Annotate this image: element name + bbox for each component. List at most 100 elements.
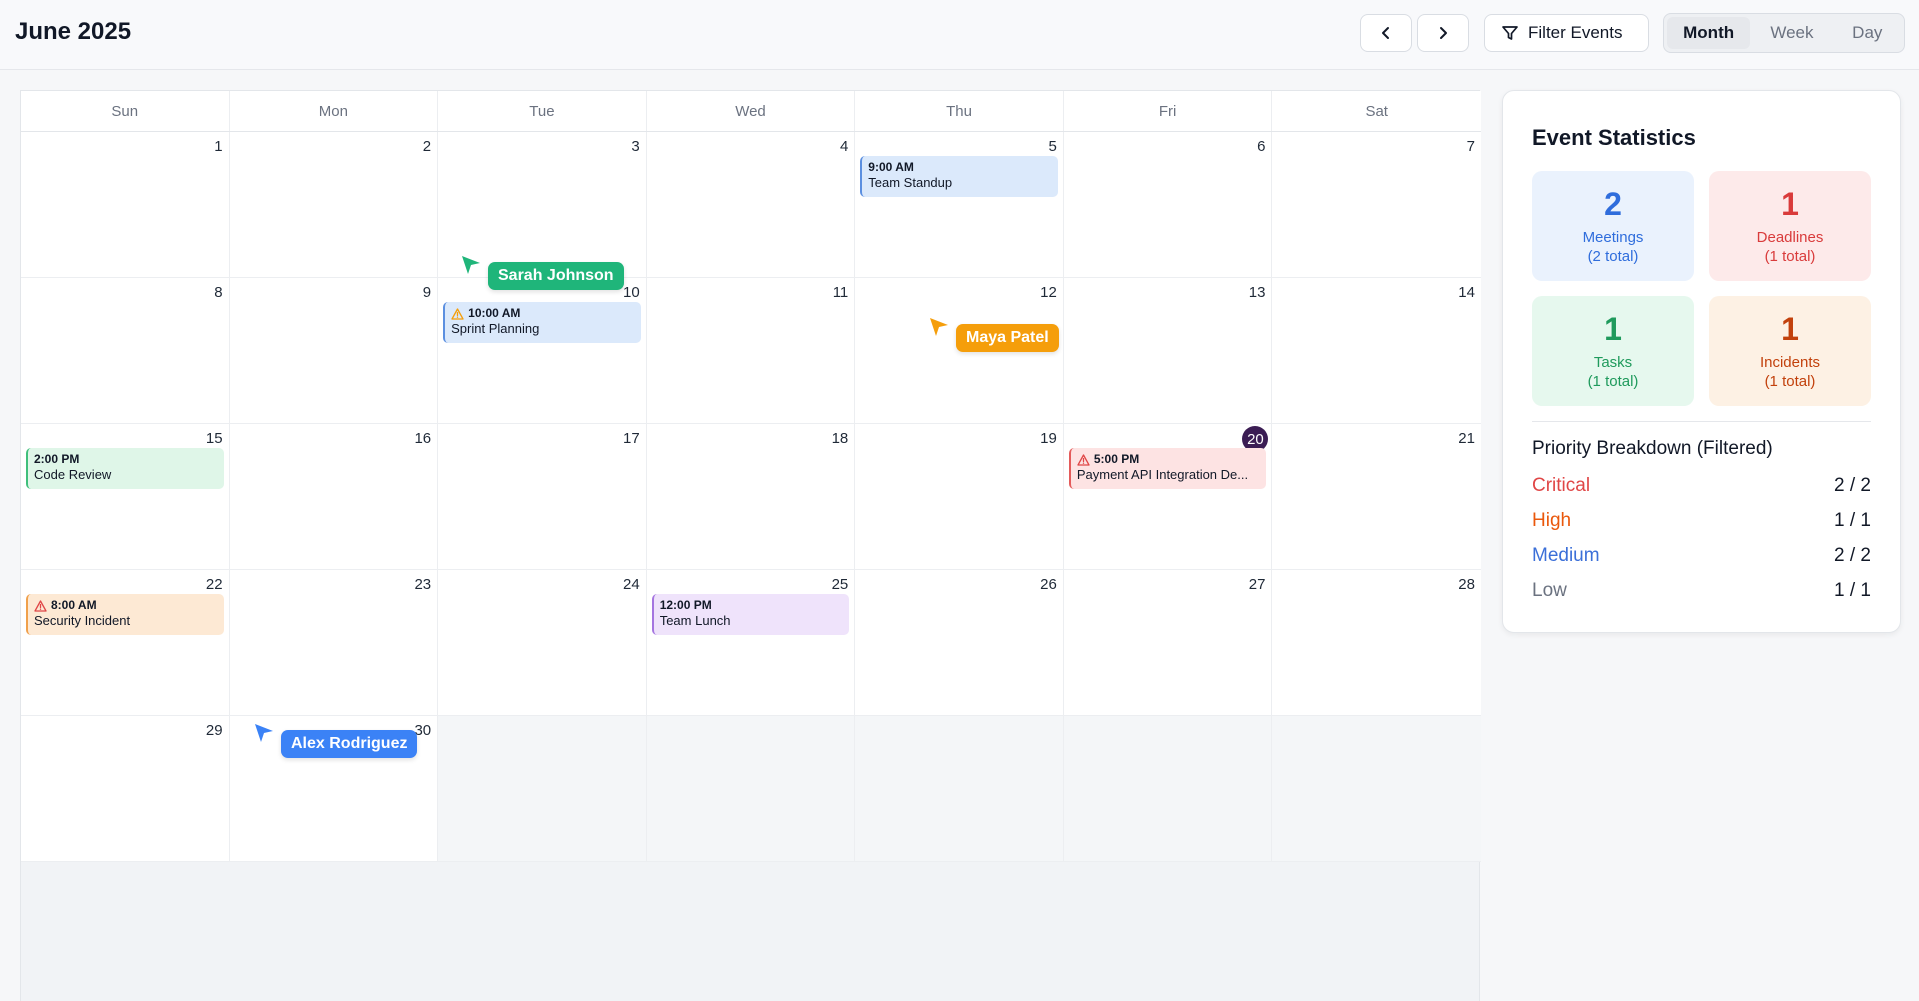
stat-count: 1 <box>1604 311 1622 347</box>
day-number: 8 <box>214 284 223 301</box>
event-time-text: 8:00 AM <box>51 598 97 612</box>
day-cell[interactable]: 15 2:00 PM Code Review <box>21 424 230 570</box>
empty-day-cell <box>1272 716 1481 862</box>
weekday-label: Tue <box>438 91 647 131</box>
event-social[interactable]: 12:00 PM Team Lunch <box>651 594 850 635</box>
day-cell[interactable]: 14 <box>1272 278 1481 424</box>
view-month-button[interactable]: Month <box>1667 17 1751 49</box>
day-cell[interactable]: 18 <box>646 424 856 570</box>
day-cell[interactable]: 22 8:00 AM Security Incident <box>21 570 230 716</box>
event-time-text: 9:00 AM <box>868 160 914 174</box>
day-cell[interactable]: 4 <box>646 132 856 278</box>
view-toggle: Month Week Day <box>1663 13 1905 53</box>
priority-label: Medium <box>1532 545 1600 566</box>
event-time: 5:00 PM <box>1077 452 1261 467</box>
filter-events-button[interactable]: Filter Events <box>1484 14 1649 52</box>
event-meeting[interactable]: 10:00 AM Sprint Planning <box>443 302 641 343</box>
day-cell[interactable]: 13 <box>1063 278 1273 424</box>
day-cell[interactable]: 2 <box>229 132 439 278</box>
day-cell[interactable]: 5 9:00 AM Team Standup <box>855 132 1064 278</box>
calendar-grid: 1 2 3 4 5 9:00 AM Team Standup 6 7 8 9 10 10:00 AM Sp… <box>21 132 1481 862</box>
day-cell[interactable]: 7 <box>1272 132 1481 278</box>
day-cell[interactable]: 11 <box>646 278 856 424</box>
day-cell[interactable]: 16 <box>229 424 439 570</box>
priority-row-high: High 1 / 1 <box>1532 510 1871 532</box>
day-cell[interactable]: 8 <box>21 278 230 424</box>
day-cell[interactable]: 1 <box>21 132 230 278</box>
cursor-arrow-icon <box>255 724 273 742</box>
filter-events-label: Filter Events <box>1528 23 1623 42</box>
app-header: June 2025 Filter Events Month Week Day <box>0 0 1919 70</box>
event-deadline[interactable]: 5:00 PM Payment API Integration De... <box>1068 448 1267 489</box>
day-number: 7 <box>1466 138 1475 155</box>
view-week-button[interactable]: Week <box>1752 17 1831 49</box>
stats-title: Event Statistics <box>1532 125 1696 150</box>
collaborator-cursor-alex: Alex Rodriguez <box>253 724 418 758</box>
event-time: 10:00 AM <box>451 306 635 321</box>
previous-month-button[interactable] <box>1360 14 1412 52</box>
stat-total: (2 total) <box>1587 248 1639 265</box>
weekday-label: Thu <box>855 91 1064 131</box>
day-cell[interactable]: 29 <box>21 716 230 862</box>
day-cell[interactable]: 23 <box>229 570 439 716</box>
stat-total: (1 total) <box>1764 248 1816 265</box>
day-cell[interactable]: 17 <box>438 424 647 570</box>
event-time-text: 2:00 PM <box>34 452 80 466</box>
priority-row-critical: Critical 2 / 2 <box>1532 475 1871 497</box>
day-number: 1 <box>214 138 223 155</box>
day-number: 10 <box>623 284 640 301</box>
event-meeting[interactable]: 9:00 AM Team Standup <box>860 156 1058 197</box>
empty-day-cell <box>438 716 647 862</box>
day-number: 13 <box>1248 284 1266 301</box>
day-cell[interactable]: 28 <box>1272 570 1481 716</box>
empty-day-cell <box>1063 716 1273 862</box>
day-number: 18 <box>831 430 849 447</box>
day-cell[interactable]: 20 5:00 PM Payment API Integration De... <box>1063 424 1273 570</box>
view-day-button[interactable]: Day <box>1834 17 1901 49</box>
day-cell[interactable]: 26 <box>855 570 1064 716</box>
day-number: 4 <box>839 138 849 155</box>
event-title: Security Incident <box>34 613 131 628</box>
day-cell[interactable]: 9 <box>229 278 439 424</box>
event-time: 2:00 PM <box>34 452 218 467</box>
day-cell[interactable]: 10 10:00 AM Sprint Planning <box>438 278 647 424</box>
weekday-header-row: Sun Mon Tue Wed Thu Fri Sat <box>21 91 1481 132</box>
event-title: Sprint Planning <box>451 321 540 336</box>
cursor-arrow-icon <box>930 318 948 336</box>
collaborator-cursor-sarah: Sarah Johnson <box>460 256 624 290</box>
day-cell[interactable]: 25 12:00 PM Team Lunch <box>646 570 856 716</box>
stat-card-incidents: 1 Incidents (1 total) <box>1709 296 1871 406</box>
priority-label: Critical <box>1532 475 1591 496</box>
event-incident[interactable]: 8:00 AM Security Incident <box>26 594 224 635</box>
event-time-text: 10:00 AM <box>468 306 521 320</box>
day-number: 25 <box>831 576 849 593</box>
day-number: 26 <box>1040 576 1057 593</box>
stat-card-meetings: 2 Meetings (2 total) <box>1532 171 1694 281</box>
warning-icon <box>451 307 464 320</box>
day-cell[interactable]: 19 <box>855 424 1064 570</box>
priority-row-low: Low 1 / 1 <box>1532 580 1871 602</box>
event-title: Payment API Integration De... <box>1076 467 1249 482</box>
stat-card-tasks: 1 Tasks (1 total) <box>1532 296 1694 406</box>
day-cell[interactable]: 27 <box>1063 570 1273 716</box>
next-month-button[interactable] <box>1417 14 1469 52</box>
day-cell[interactable]: 21 <box>1272 424 1481 570</box>
event-task[interactable]: 2:00 PM Code Review <box>26 448 224 489</box>
chevron-left-icon <box>1382 27 1389 39</box>
stats-divider <box>1532 421 1871 422</box>
stat-count: 1 <box>1781 311 1799 347</box>
empty-day-cell <box>646 716 856 862</box>
priority-value: 2 / 2 <box>1834 545 1871 566</box>
day-number: 27 <box>1248 576 1266 593</box>
day-number: 6 <box>1257 138 1266 155</box>
warning-icon <box>34 599 47 612</box>
weekday-label: Fri <box>1064 91 1273 131</box>
priority-value: 1 / 1 <box>1834 580 1871 601</box>
event-title: Team Standup <box>868 175 953 190</box>
day-cell[interactable]: 24 <box>438 570 647 716</box>
event-statistics-panel: Event Statistics 2 Meetings (2 total) 1 … <box>1502 90 1901 633</box>
month-calendar: Sun Mon Tue Wed Thu Fri Sat 1 2 3 4 5 9:00 AM Team S… <box>20 90 1481 1001</box>
collaborator-name-label: Maya Patel <box>956 324 1059 352</box>
day-number: 3 <box>631 138 640 155</box>
day-cell[interactable]: 6 <box>1063 132 1273 278</box>
